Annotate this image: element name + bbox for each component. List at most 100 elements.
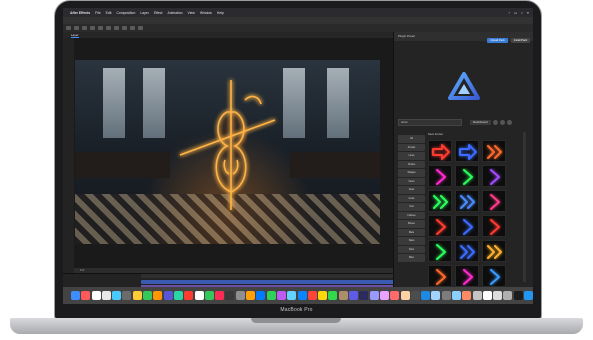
dock-app-icon[interactable] [307, 291, 317, 300]
dock-app-icon[interactable] [369, 291, 379, 300]
menu-file[interactable]: File [95, 11, 100, 15]
asset-thumbnail[interactable] [482, 215, 506, 237]
type-tool-icon[interactable] [130, 26, 135, 30]
dock-app-icon[interactable] [71, 291, 80, 300]
asset-thumbnail[interactable] [482, 240, 506, 262]
dock-app-icon[interactable] [266, 291, 276, 300]
menu-effect[interactable]: Effect [154, 11, 163, 15]
zoom-tool-icon[interactable] [82, 26, 87, 30]
asset-thumbnail[interactable] [428, 265, 452, 287]
dock-app-icon[interactable] [287, 291, 297, 300]
dock-app-icon[interactable] [462, 291, 472, 300]
asset-thumbnail[interactable] [428, 215, 452, 237]
category-button[interactable]: Bars [398, 228, 425, 236]
dock-app-icon[interactable] [503, 291, 513, 300]
asset-thumbnail[interactable] [455, 140, 479, 162]
dock-app-icon[interactable] [441, 291, 451, 300]
dock-app-icon[interactable] [318, 291, 328, 300]
asset-thumbnail[interactable] [482, 190, 506, 212]
resolution-select[interactable]: Full [80, 269, 84, 272]
dashboard-button[interactable]: Dashboard [470, 120, 491, 125]
dock-app-icon[interactable] [215, 291, 225, 300]
dock-app-icon[interactable] [173, 291, 183, 300]
category-button[interactable]: Frames [398, 211, 425, 219]
shape-tool-icon[interactable] [114, 26, 119, 30]
dock-app-icon[interactable] [451, 291, 461, 300]
menu-help[interactable]: Help [217, 11, 224, 15]
dock-app-icon[interactable] [410, 291, 420, 300]
category-button[interactable]: Glow [398, 186, 425, 194]
settings-icon[interactable] [499, 120, 505, 125]
search-input[interactable]: arrow [398, 119, 462, 126]
dock-app-icon[interactable] [101, 291, 111, 300]
category-button[interactable]: Text [398, 203, 425, 211]
search-icon[interactable]: ⌕ [521, 11, 523, 15]
menu-view[interactable]: View [188, 11, 195, 15]
menu-app-name[interactable]: After Effects [70, 11, 90, 15]
asset-thumbnail[interactable] [482, 140, 506, 162]
category-button[interactable]: Circles [398, 160, 425, 168]
menu-layer[interactable]: Layer [140, 11, 148, 15]
dock-app-icon[interactable] [379, 291, 389, 300]
dock-app-icon[interactable] [421, 291, 431, 300]
dock-app-icon[interactable] [472, 291, 482, 300]
brush-tool-icon[interactable] [138, 26, 143, 30]
video-frame[interactable] [75, 60, 380, 244]
dock-app-icon[interactable] [91, 291, 101, 300]
dock-app-icon[interactable] [431, 291, 441, 300]
camera-tool-icon[interactable] [98, 26, 103, 30]
rotate-tool-icon[interactable] [90, 26, 95, 30]
wifi-icon[interactable]: ◔ [508, 11, 510, 15]
dock-app-icon[interactable] [390, 291, 400, 300]
asset-thumbnail[interactable] [455, 165, 479, 187]
refresh-icon[interactable] [492, 120, 498, 125]
menu-animation[interactable]: Animation [167, 11, 182, 15]
menu-composition[interactable]: Composition [116, 11, 135, 15]
control-center-icon[interactable]: ≡ [527, 11, 529, 15]
dock-app-icon[interactable] [204, 291, 214, 300]
asset-thumbnail[interactable] [482, 165, 506, 187]
dock-app-icon[interactable] [493, 291, 503, 300]
dock-app-icon[interactable] [256, 291, 266, 300]
dock-app-icon[interactable] [513, 291, 523, 300]
hand-tool-icon[interactable] [74, 26, 79, 30]
category-button[interactable]: Dots [398, 245, 425, 253]
upload-pack-button[interactable]: Upload Pack [487, 38, 508, 43]
menu-window[interactable]: Window [200, 11, 212, 15]
dock-app-icon[interactable] [349, 291, 359, 300]
category-button[interactable]: Icons [398, 194, 425, 202]
dock-app-icon[interactable] [163, 291, 173, 300]
asset-thumbnail[interactable] [428, 240, 452, 262]
dock-app-icon[interactable] [359, 291, 369, 300]
asset-thumbnail[interactable] [455, 190, 479, 212]
dock-app-icon[interactable] [400, 291, 410, 300]
install-pack-button[interactable]: Install Pack [510, 38, 530, 43]
dock-app-icon[interactable] [235, 291, 245, 300]
dock-app-icon[interactable] [112, 291, 122, 300]
dock-app-icon[interactable] [225, 291, 235, 300]
asset-thumbnail[interactable] [482, 265, 506, 287]
category-button[interactable]: Lines [398, 152, 425, 160]
category-button[interactable]: Stars [398, 237, 425, 245]
dock-app-icon[interactable] [276, 291, 286, 300]
category-button[interactable]: Shapes [398, 169, 425, 177]
dock-app-icon[interactable] [132, 291, 142, 300]
asset-thumbnail[interactable] [428, 190, 452, 212]
dock-app-icon[interactable] [194, 291, 204, 300]
dock-app-icon[interactable] [143, 291, 153, 300]
battery-icon[interactable]: ▭ [514, 11, 517, 15]
dock-app-icon[interactable] [524, 291, 533, 300]
panel-scrollbar[interactable] [523, 132, 526, 282]
asset-thumbnail[interactable] [428, 165, 452, 187]
asset-thumbnail[interactable] [455, 265, 479, 287]
category-button[interactable]: Neon [398, 177, 425, 185]
dock-app-icon[interactable] [122, 291, 132, 300]
category-button[interactable]: All [398, 135, 425, 143]
dock-app-icon[interactable] [297, 291, 307, 300]
asset-thumbnail[interactable] [455, 215, 479, 237]
category-button[interactable]: Arrows [398, 143, 425, 151]
dock-app-icon[interactable] [482, 291, 492, 300]
dock-app-icon[interactable] [81, 291, 91, 300]
dock-app-icon[interactable] [338, 291, 348, 300]
menu-edit[interactable]: Edit [106, 11, 112, 15]
